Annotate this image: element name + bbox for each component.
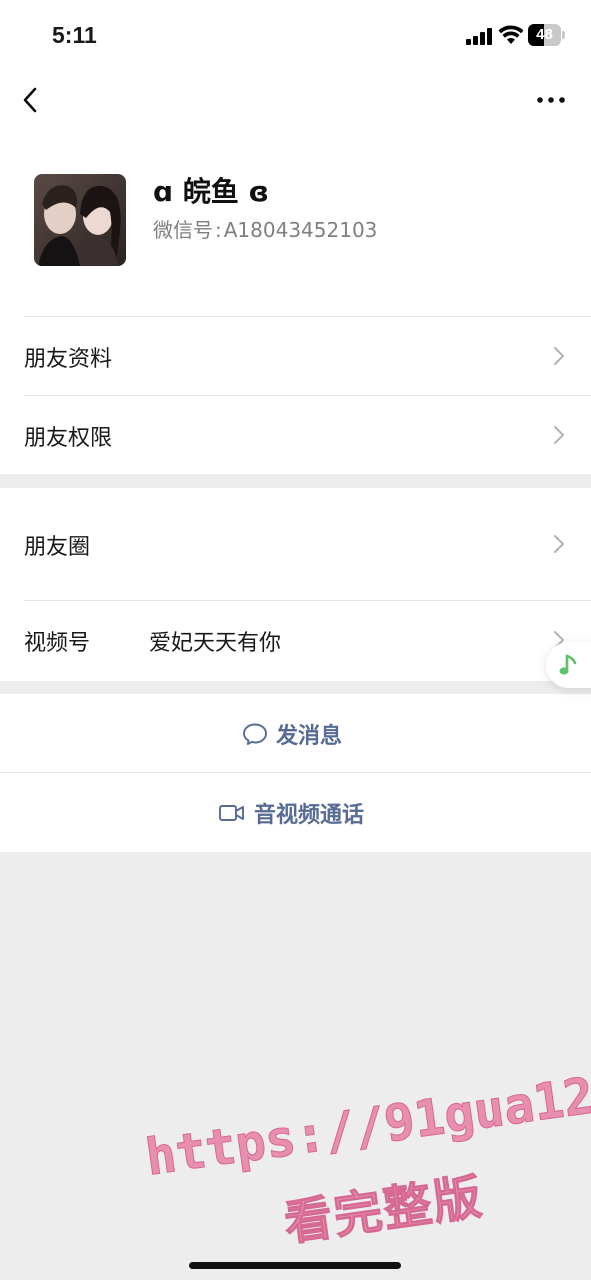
chevron-right-icon bbox=[554, 426, 564, 444]
row-moments[interactable]: 朋友圈 bbox=[0, 488, 591, 600]
wechat-id: 微信号: A18043452103 bbox=[153, 214, 377, 243]
moments-channels-group: 朋友圈 视频号 爱妃天天有你 bbox=[0, 488, 591, 681]
cellular-signal-icon bbox=[466, 28, 494, 45]
chevron-right-icon bbox=[554, 347, 564, 365]
watermark-subtitle: 看完整版 bbox=[280, 1168, 487, 1253]
chevron-left-icon[interactable] bbox=[18, 84, 46, 116]
wifi-icon bbox=[498, 25, 524, 44]
row-channels[interactable]: 视频号 爱妃天天有你 bbox=[0, 601, 591, 681]
friend-info-label: 朋友资料 bbox=[24, 347, 113, 372]
floating-music-button[interactable] bbox=[546, 642, 591, 688]
status-time: 5:11 bbox=[52, 22, 97, 48]
wechat-id-value: A18043452103 bbox=[223, 218, 378, 242]
row-friend-info[interactable]: 朋友资料 bbox=[0, 316, 591, 395]
voice-video-call-label: 音视频通话 bbox=[254, 802, 365, 828]
profile-header: ɑ 皖鱼 ɞ 微信号: A18043452103 bbox=[0, 130, 591, 316]
home-indicator bbox=[189, 1262, 401, 1269]
video-camera-icon bbox=[219, 804, 244, 821]
moments-label: 朋友圈 bbox=[24, 535, 91, 560]
wechat-id-separator: : bbox=[215, 218, 222, 242]
send-message-label: 发消息 bbox=[276, 723, 343, 749]
friend-settings-group: 朋友资料 朋友权限 bbox=[0, 316, 591, 474]
voice-video-call-button[interactable]: 音视频通话 bbox=[0, 773, 591, 852]
watermark: https://91gua12.com 看完整版 bbox=[137, 1030, 591, 1280]
send-message-button[interactable]: 发消息 bbox=[0, 694, 591, 773]
status-bar: 5:11 48 bbox=[0, 0, 591, 70]
chat-bubble-icon bbox=[243, 723, 267, 745]
channels-value: 爱妃天天有你 bbox=[149, 631, 282, 656]
channels-label: 视频号 bbox=[24, 631, 91, 656]
nav-bar bbox=[0, 70, 591, 130]
chevron-right-icon bbox=[554, 535, 564, 553]
avatar[interactable] bbox=[34, 174, 126, 266]
battery-level: 48 bbox=[536, 26, 553, 43]
battery-icon: 48 bbox=[528, 24, 566, 46]
wechat-id-label: 微信号 bbox=[153, 218, 213, 242]
watermark-url: https://91gua12.com bbox=[142, 1049, 591, 1187]
nickname: ɑ 皖鱼 ɞ bbox=[153, 175, 270, 208]
music-note-icon bbox=[559, 654, 577, 675]
friend-permissions-label: 朋友权限 bbox=[24, 426, 113, 451]
row-friend-permissions[interactable]: 朋友权限 bbox=[0, 396, 591, 474]
more-dots-icon[interactable] bbox=[534, 90, 568, 110]
